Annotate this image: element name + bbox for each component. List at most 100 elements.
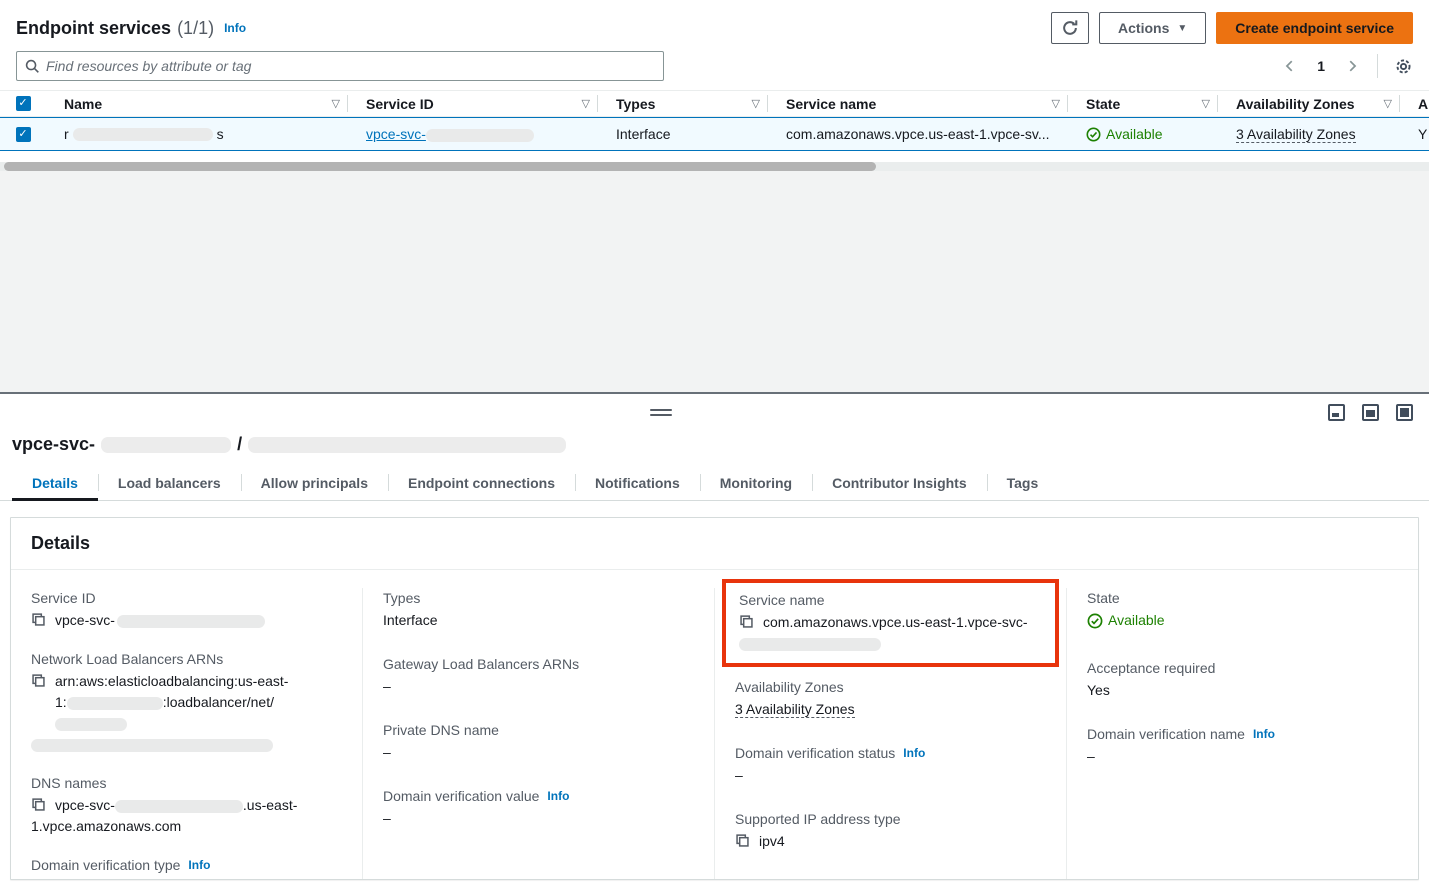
field-label: Service name xyxy=(739,590,1042,611)
state-value: Available xyxy=(1106,126,1163,142)
chevron-down-icon: ▼ xyxy=(1177,23,1187,34)
tab-tags[interactable]: Tags xyxy=(987,469,1059,500)
cell-state: Available xyxy=(1068,126,1218,142)
field-label: Service ID xyxy=(31,588,342,609)
field-domain-verification-value: Domain verification value Info – xyxy=(383,786,694,829)
service-id-prefix: vpce-svc- xyxy=(366,126,426,142)
copy-icon[interactable] xyxy=(735,833,750,848)
field-availability-zones: Availability Zones 3 Availability Zones xyxy=(735,677,1046,720)
service-id-value: vpce-svc- xyxy=(55,610,265,631)
info-link[interactable]: Info xyxy=(1253,724,1275,745)
service-name-value: com.amazonaws.vpce.us-east-1.vpce-sv... xyxy=(786,126,1050,142)
title-prefix: vpce-svc- xyxy=(12,434,95,455)
table-row[interactable]: ✓ r s vpce-svc- Interface com.amazonaws.… xyxy=(0,117,1429,151)
info-link[interactable]: Info xyxy=(188,855,210,876)
cell-service-name: com.amazonaws.vpce.us-east-1.vpce-sv... xyxy=(768,126,1068,142)
column-label: State xyxy=(1086,96,1120,112)
filter-icon[interactable]: ▽ xyxy=(332,97,340,110)
column-header-availability-zones[interactable]: Availability Zones ▽ xyxy=(1218,91,1400,116)
previous-page-button[interactable] xyxy=(1281,57,1299,75)
copy-icon[interactable] xyxy=(31,612,46,627)
field-label: Domain verification type xyxy=(31,855,180,876)
tab-allow-principals[interactable]: Allow principals xyxy=(241,469,388,500)
panel-position-bottom-icon[interactable] xyxy=(1328,404,1345,421)
column-label: Service name xyxy=(786,96,876,112)
title-info-link[interactable]: Info xyxy=(224,21,246,35)
filter-icon[interactable]: ▽ xyxy=(582,97,590,110)
copy-icon[interactable] xyxy=(739,614,754,629)
column-header-name[interactable]: Name ▽ xyxy=(46,91,348,116)
filter-icon[interactable]: ▽ xyxy=(1384,97,1392,110)
create-endpoint-service-button[interactable]: Create endpoint service xyxy=(1216,12,1413,44)
availability-zones-link[interactable]: 3 Availability Zones xyxy=(735,701,855,718)
service-name-highlight-box: Service name com.amazonaws.vpce.us-east-… xyxy=(722,579,1059,667)
field-label: Private DNS name xyxy=(383,720,694,741)
state-value: Available xyxy=(1108,610,1165,631)
field-label: Domain verification value xyxy=(383,786,539,807)
page-header: Endpoint services (1/1) Info Actions ▼ C… xyxy=(0,0,1429,44)
copy-icon[interactable] xyxy=(31,797,46,812)
select-all-cell: ✓ xyxy=(0,91,46,116)
panel-position-half-icon[interactable] xyxy=(1362,404,1379,421)
field-label: State xyxy=(1087,588,1398,609)
filter-icon[interactable]: ▽ xyxy=(752,97,760,110)
redaction-block xyxy=(67,697,163,710)
field-label: DNS names xyxy=(31,773,342,794)
tab-endpoint-connections[interactable]: Endpoint connections xyxy=(388,469,575,500)
column-header-service-name[interactable]: Service name ▽ xyxy=(768,91,1068,116)
arn-line2-mid: :loadbalancer/net/ xyxy=(163,694,274,710)
field-domain-verification-name: Domain verification name Info – xyxy=(1087,724,1398,767)
tab-notifications[interactable]: Notifications xyxy=(575,469,700,500)
column-header-acceptance-clipped[interactable]: A xyxy=(1400,91,1429,116)
search-input[interactable] xyxy=(46,58,655,74)
column-header-service-id[interactable]: Service ID ▽ xyxy=(348,91,598,116)
check-circle-icon xyxy=(1087,613,1103,629)
tab-load-balancers[interactable]: Load balancers xyxy=(98,469,241,500)
tab-monitoring[interactable]: Monitoring xyxy=(700,469,812,500)
field-private-dns-name: Private DNS name – xyxy=(383,720,694,763)
field-value: – xyxy=(383,808,694,829)
column-header-types[interactable]: Types ▽ xyxy=(598,91,768,116)
table-toolbar: 1 xyxy=(0,46,1429,86)
tab-contributor-insights[interactable]: Contributor Insights xyxy=(812,469,987,500)
service-id-link[interactable]: vpce-svc- xyxy=(366,126,534,142)
arn-line2-start: 1: xyxy=(55,694,67,710)
preferences-gear-button[interactable] xyxy=(1394,57,1413,76)
horizontal-scrollbar-thumb[interactable] xyxy=(4,162,876,171)
availability-zones-link[interactable]: 3 Availability Zones xyxy=(1236,126,1356,143)
info-link[interactable]: Info xyxy=(547,786,569,807)
column-header-state[interactable]: State ▽ xyxy=(1068,91,1218,116)
split-panel-drag-handle[interactable] xyxy=(650,409,672,419)
actions-button[interactable]: Actions ▼ xyxy=(1099,12,1206,44)
details-heading: Details xyxy=(11,518,1418,570)
check-circle-icon xyxy=(1086,127,1101,142)
info-link[interactable]: Info xyxy=(903,743,925,764)
search-box[interactable] xyxy=(16,51,664,81)
filter-icon[interactable]: ▽ xyxy=(1052,97,1060,110)
field-label: Types xyxy=(383,588,694,609)
details-column-4: State Available xyxy=(1066,588,1418,880)
toolbar-divider xyxy=(1377,54,1378,78)
row-select-cell: ✓ xyxy=(0,127,46,142)
field-label: Gateway Load Balancers ARNs xyxy=(383,654,694,675)
field-nlb-arns: Network Load Balancers ARNs arn:aws:elas… xyxy=(31,649,342,755)
next-page-button[interactable] xyxy=(1343,57,1361,75)
select-all-checkbox[interactable]: ✓ xyxy=(16,96,31,111)
value-prefix: vpce-svc- xyxy=(55,612,115,628)
name-fragment: r xyxy=(64,126,69,142)
row-checkbox[interactable]: ✓ xyxy=(16,127,31,142)
panel-position-full-icon[interactable] xyxy=(1396,404,1413,421)
details-column-1: Service ID vpce-svc- xyxy=(11,588,362,880)
dns-name-value: vpce-svc-.us-east- 1.vpce.amazonaws.com xyxy=(55,795,297,837)
arn-line1: arn:aws:elasticloadbalancing:us-east- xyxy=(55,673,288,689)
copy-icon[interactable] xyxy=(31,673,46,688)
tab-details[interactable]: Details xyxy=(12,469,98,500)
cell-acceptance-clipped: Y xyxy=(1400,126,1429,142)
horizontal-scrollbar xyxy=(0,162,1429,171)
field-label: Domain verification status xyxy=(735,743,895,764)
field-label: Acceptance required xyxy=(1087,658,1398,679)
filter-icon[interactable]: ▽ xyxy=(1202,97,1210,110)
field-label: Domain verification name xyxy=(1087,724,1245,745)
field-domain-verification-type: Domain verification type Info – xyxy=(31,855,342,880)
refresh-button[interactable] xyxy=(1051,12,1089,44)
